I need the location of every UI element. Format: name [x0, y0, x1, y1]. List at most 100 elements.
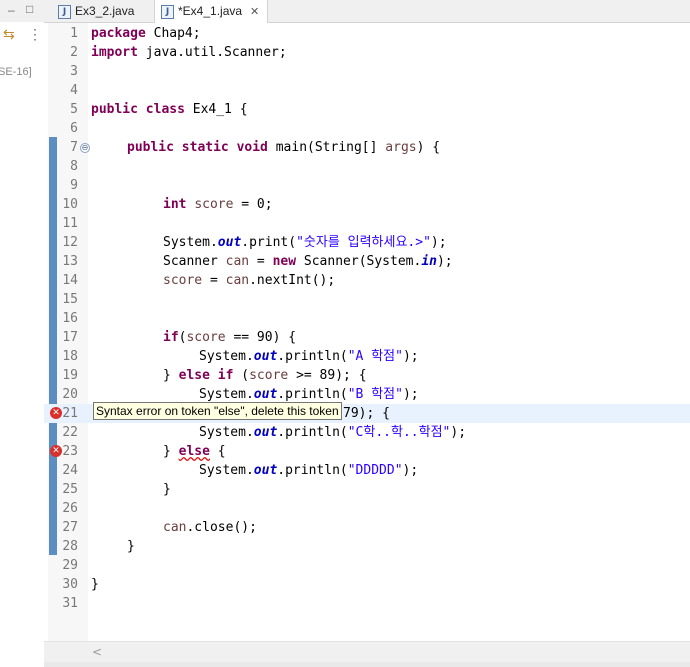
tab-ex4-1[interactable]: J *Ex4_1.java ✕ [154, 0, 268, 23]
line-number: 22 [62, 425, 78, 440]
code-line: 14 score = can.nextInt(); [44, 271, 690, 290]
line-number: 27 [62, 520, 78, 535]
code-text: System.out.println("A 학점"); [199, 349, 419, 364]
line-number: 23 [62, 444, 78, 459]
code-line: 24 System.out.println("DDDDD"); [44, 461, 690, 480]
line-number: 25 [62, 482, 78, 497]
line-number: 4 [70, 83, 78, 98]
code-line: 13 Scanner can = new Scanner(System.in); [44, 252, 690, 271]
java-file-icon: J [58, 4, 71, 19]
line-number: 28 [62, 539, 78, 554]
code-line: 17 if(score == 90) { [44, 328, 690, 347]
line-number: 13 [62, 254, 78, 269]
code-text: System.out.println("DDDDD"); [199, 463, 419, 478]
line-number: 6 [70, 121, 78, 136]
code-text: if(score == 90) { [163, 330, 297, 345]
code-line: 3 [44, 62, 690, 81]
code-line: 1 package Chap4; [44, 24, 690, 43]
code-line: 28} [44, 537, 690, 556]
code-line: 22 System.out.println("C학..학..학점"); [44, 423, 690, 442]
minimize-icon[interactable]: – [8, 3, 15, 17]
code-text: public class Ex4_1 { [91, 102, 248, 117]
code-line: 8 [44, 157, 690, 176]
code-line: 12 System.out.print("숫자를 입력하세요.>"); [44, 233, 690, 252]
code-line: 26 [44, 499, 690, 518]
line-number: 10 [62, 197, 78, 212]
code-line: 9 [44, 176, 690, 195]
line-number: 9 [70, 178, 78, 193]
line-number: 14 [62, 273, 78, 288]
code-text: System.out.print("숫자를 입력하세요.>"); [163, 235, 447, 250]
code-text: Scanner can = new Scanner(System.in); [163, 254, 453, 269]
code-text: } else { [163, 444, 226, 459]
maximize-icon[interactable]: □ [26, 2, 33, 16]
code-text: } [91, 577, 99, 592]
line-number: 3 [70, 64, 78, 79]
code-line: 29 [44, 556, 690, 575]
code-line: 16 [44, 309, 690, 328]
code-text: score = can.nextInt(); [163, 273, 336, 288]
line-number: 19 [62, 368, 78, 383]
left-side-panel: – □ ⇆ ⋮ SE-16] [0, 0, 45, 667]
jre-label[interactable]: SE-16] [0, 66, 32, 78]
line-number: 12 [62, 235, 78, 250]
line-number: 7 [70, 140, 78, 155]
line-number: 5 [70, 102, 78, 117]
code-line: 7 ⊖ public static void main(String[] args)… [44, 138, 690, 157]
line-number: 18 [62, 349, 78, 364]
code-line: 4 [44, 81, 690, 100]
code-text: package Chap4; [91, 26, 201, 41]
error-tooltip: Syntax error on token "else", delete thi… [93, 402, 342, 420]
tab-label: Ex3_2.java [75, 4, 135, 18]
horizontal-scrollbar[interactable]: < [44, 641, 690, 663]
code-line: 10 int score = 0; [44, 195, 690, 214]
editor-tab-bar: J Ex3_2.java J *Ex4_1.java ✕ [44, 0, 690, 23]
code-text: } else if (score >= 89); { [163, 368, 367, 383]
code-line: 19 } else if (score >= 89); { [44, 366, 690, 385]
view-menu-icon[interactable]: ⋮ [28, 26, 42, 43]
line-number: 31 [62, 596, 78, 611]
code-text: import java.util.Scanner; [91, 45, 287, 60]
line-number: 15 [62, 292, 78, 307]
code-line: 15 [44, 290, 690, 309]
tab-label: *Ex4_1.java [178, 4, 243, 18]
code-line: 6 [44, 119, 690, 138]
code-line: 25} [44, 480, 690, 499]
line-number: 24 [62, 463, 78, 478]
code-text: int score = 0; [163, 197, 273, 212]
line-number: 26 [62, 501, 78, 516]
line-number: 8 [70, 159, 78, 174]
line-number: 21 [62, 406, 78, 421]
line-number: 1 [70, 26, 78, 41]
code-line: 30} [44, 575, 690, 594]
tab-ex3-2[interactable]: J Ex3_2.java [52, 0, 156, 22]
code-line: 11 [44, 214, 690, 233]
code-text: System.out.println("C학..학..학점"); [199, 425, 467, 440]
left-panel-toolbar: – □ [0, 0, 44, 22]
hierarchy-icon[interactable]: ⇆ [3, 26, 15, 43]
editor-bottom-border [44, 662, 690, 667]
code-line: 5 public class Ex4_1 { [44, 100, 690, 119]
code-text: } [163, 482, 171, 497]
fold-toggle-icon[interactable]: ⊖ [80, 143, 90, 153]
code-text: public static void main(String[] args) { [127, 140, 441, 155]
close-tab-icon[interactable]: ✕ [250, 5, 259, 18]
code-line: 31 [44, 594, 690, 613]
line-number: 2 [70, 45, 78, 60]
code-line: 27 can.close(); [44, 518, 690, 537]
line-number: 11 [62, 216, 78, 231]
code-text: } [127, 539, 135, 554]
line-number: 16 [62, 311, 78, 326]
line-number: 20 [62, 387, 78, 402]
code-line: ✕ 23} else { [44, 442, 690, 461]
scroll-left-icon[interactable]: < [92, 645, 102, 659]
line-number: 29 [62, 558, 78, 573]
code-text: 79); { [343, 406, 390, 421]
code-line: 18 System.out.println("A 학점"); [44, 347, 690, 366]
code-line: 2 import java.util.Scanner; [44, 43, 690, 62]
java-file-icon: J [161, 4, 174, 19]
code-editor[interactable]: 1 package Chap4; 2 import java.util.Scanne… [44, 23, 690, 667]
code-text: can.close(); [163, 520, 257, 535]
line-number: 30 [62, 577, 78, 592]
line-number: 17 [62, 330, 78, 345]
